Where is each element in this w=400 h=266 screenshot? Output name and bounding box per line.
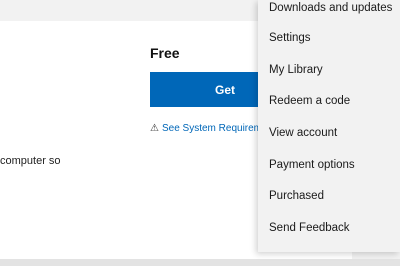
price-label: Free (150, 45, 180, 61)
menu-item-label: Downloads and updates (269, 2, 393, 14)
warning-icon: ⚠ (150, 122, 159, 134)
menu-item-label: My Library (269, 63, 323, 76)
account-dropdown-menu: Downloads and updates Settings My Librar… (258, 0, 400, 252)
menu-item-redeem-a-code[interactable]: Redeem a code (258, 85, 400, 117)
menu-item-label: Send Feedback (269, 221, 350, 234)
menu-item-label: Redeem a code (269, 95, 351, 108)
menu-item-label: Settings (269, 31, 311, 44)
product-description: computer so (0, 155, 61, 167)
menu-item-view-account[interactable]: View account (258, 117, 400, 149)
menu-item-label: View account (269, 126, 338, 139)
system-requirements-label: See System Requirements (161, 122, 260, 134)
menu-item-purchased[interactable]: Purchased (258, 180, 400, 212)
menu-item-payment-options[interactable]: Payment options (258, 149, 400, 181)
menu-item-my-library[interactable]: My Library (258, 54, 400, 86)
bottom-strip (0, 259, 400, 266)
menu-item-settings[interactable]: Settings (258, 22, 400, 54)
menu-item-label: Purchased (269, 190, 324, 203)
menu-item-send-feedback[interactable]: Send Feedback (258, 212, 400, 244)
system-requirements-link[interactable]: ⚠ See System Requirements (150, 121, 260, 135)
menu-item-label: Payment options (269, 158, 355, 171)
menu-item-downloads-and-updates[interactable]: Downloads and updates (258, 0, 400, 22)
